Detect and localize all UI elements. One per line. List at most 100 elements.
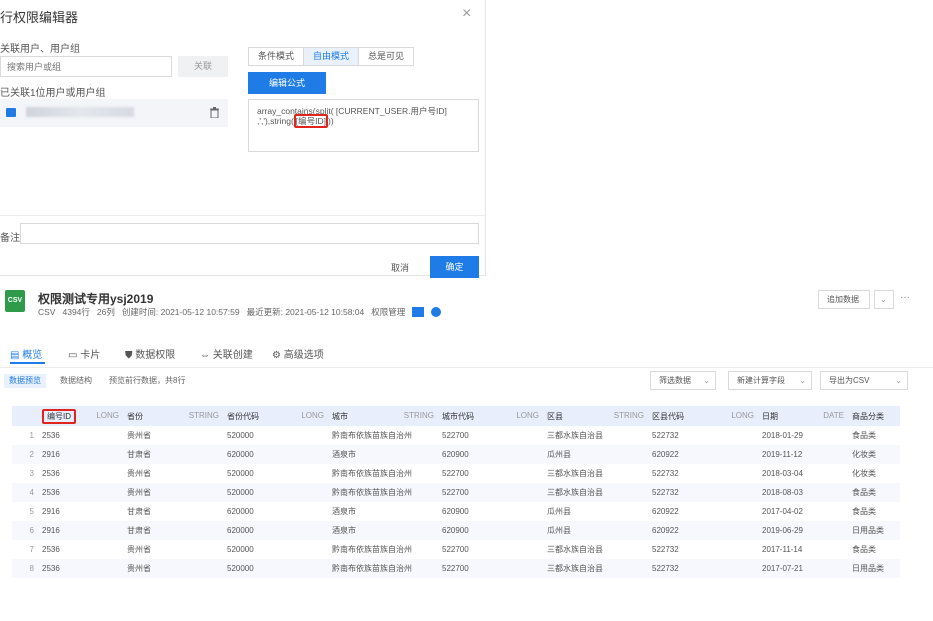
- table-cell: 食品类: [852, 507, 876, 516]
- table-row[interactable]: 8 2536 贵州省 520000 黔南布依族苗族自治州 522700 三都水族自治县 522…: [12, 559, 900, 578]
- column-type: LONG: [516, 410, 539, 420]
- remark-input[interactable]: [20, 223, 479, 244]
- table-row[interactable]: 2 2916 甘肃省 620000 酒泉市 620900 瓜州县 620922 2019-11-…: [12, 445, 900, 464]
- user-search-input[interactable]: [0, 56, 172, 77]
- tab-always-visible[interactable]: 总是可见: [359, 48, 413, 65]
- row-number-header: [12, 406, 42, 426]
- tab-advanced[interactable]: ⚙ 高级选项: [272, 346, 324, 361]
- table-row[interactable]: 1 2536 贵州省 520000 黔南布依族苗族自治州 522700 三都水族自治县 522…: [12, 426, 900, 445]
- table-row[interactable]: 7 2536 贵州省 520000 黔南布依族苗族自治州 522700 三都水族自治县 522…: [12, 540, 900, 559]
- active-tab-indicator: [10, 362, 45, 364]
- permission-group-icon[interactable]: [412, 307, 425, 317]
- more-icon[interactable]: ···: [900, 292, 910, 303]
- table-cell: 三都水族自治县: [547, 545, 603, 554]
- table-cell: 甘肃省: [127, 445, 227, 464]
- table-cell: 三都水族自治县: [547, 559, 652, 578]
- cancel-button[interactable]: 取消: [385, 257, 415, 279]
- table-row[interactable]: 3 2536 贵州省 520000 黔南布依族苗族自治州 522700 三都水族自治县 522…: [12, 464, 900, 483]
- column-header[interactable]: 城市代码 LONG: [442, 406, 547, 426]
- subtab-data-preview[interactable]: 数据预览: [4, 374, 46, 388]
- table-cell: 522700: [442, 545, 469, 554]
- table-cell: 三都水族自治县: [547, 483, 652, 502]
- table-cell: 522732: [652, 559, 762, 578]
- column-header[interactable]: 编号ID LONG: [42, 406, 127, 426]
- table-cell: 化妆类: [852, 445, 900, 464]
- column-header-label-highlighted: 编号ID: [42, 408, 76, 424]
- table-cell: 520000: [227, 559, 332, 578]
- table-cell: 食品类: [852, 431, 876, 440]
- table-cell: 2017-04-02: [762, 507, 803, 516]
- table-cell: 520000: [227, 469, 254, 478]
- filter-data-label: 筛选数据: [659, 376, 691, 385]
- column-header[interactable]: 省份 STRING: [127, 406, 227, 426]
- column-header[interactable]: 商品分类: [852, 406, 900, 426]
- table-cell: 522700: [442, 483, 547, 502]
- table-cell: 620922: [652, 507, 679, 516]
- dataset-cols: 26列: [96, 307, 115, 317]
- table-cell: 甘肃省: [127, 521, 227, 540]
- tab-free-mode[interactable]: 自由模式: [304, 48, 360, 65]
- table-cell: 食品类: [852, 483, 900, 502]
- close-icon[interactable]: ×: [462, 5, 471, 23]
- column-header-label: 省份代码: [227, 411, 259, 421]
- dialog-title: 行权限编辑器: [0, 10, 79, 25]
- tab-join-create[interactable]: ⇔ 关联创建: [200, 346, 253, 361]
- tab-data-permission-label: 数据权限: [135, 350, 176, 361]
- add-data-button[interactable]: 追加数据: [818, 290, 870, 309]
- tab-cards[interactable]: ▭ 卡片: [68, 346, 100, 361]
- table-cell: 黔南布依族苗族自治州: [332, 483, 442, 502]
- linked-count-label: 已关联1位用户或用户组: [0, 88, 106, 99]
- tab-data-permission[interactable]: ⛊ 数据权限: [125, 346, 175, 361]
- created-time: 2021-05-12 10:57:59: [160, 307, 240, 317]
- trash-icon[interactable]: [210, 107, 219, 118]
- updated-time: 2021-05-12 10:58:04: [285, 307, 365, 317]
- tab-condition-mode[interactable]: 条件模式: [249, 48, 305, 65]
- table-cell: 2916: [42, 507, 60, 516]
- column-header[interactable]: 省份代码 LONG: [227, 406, 332, 426]
- table-cell: 2536: [42, 431, 60, 440]
- table-cell: 瓜州县: [547, 445, 652, 464]
- table-cell: 日用品类: [852, 559, 900, 578]
- table-cell: 620922: [652, 521, 762, 540]
- table-cell: 贵州省: [127, 559, 227, 578]
- dataset-rows: 4394行: [62, 307, 90, 317]
- table-cell: 贵州省: [127, 469, 151, 478]
- row-number-cell: 6: [12, 521, 42, 540]
- new-calc-field-button[interactable]: 新建计算字段 ⌄: [728, 371, 812, 390]
- column-type: STRING: [613, 410, 644, 420]
- permission-label: 权限管理: [371, 307, 406, 317]
- export-csv-label: 导出为CSV: [829, 376, 870, 385]
- table-cell: 620900: [442, 521, 547, 540]
- column-header[interactable]: 城市 STRING: [332, 406, 442, 426]
- divider: [0, 215, 486, 216]
- data-preview-table: 编号ID LONG 省份 STRING 省份代码 LONG 城市 STRING 城市代码…: [12, 406, 900, 578]
- table-row[interactable]: 5 2916 甘肃省 620000 酒泉市 620900 瓜州县 620922 2017-04-…: [12, 502, 900, 521]
- table-cell: 三都水族自治县: [547, 431, 603, 440]
- table-row[interactable]: 6 2916 甘肃省 620000 酒泉市 620900 瓜州县 620922 2019-06-…: [12, 521, 900, 540]
- column-header[interactable]: 区县代码 LONG: [652, 406, 762, 426]
- edit-formula-button[interactable]: 编辑公式: [248, 72, 326, 94]
- table-cell: 三都水族自治县: [547, 469, 603, 478]
- formula-box[interactable]: array_contains(split( [CURRENT_USER.用户号I…: [248, 99, 479, 152]
- export-csv-button[interactable]: 导出为CSV ⌄: [820, 371, 908, 390]
- tab-overview[interactable]: ▤ 概览: [10, 346, 42, 361]
- column-header[interactable]: 区县 STRING: [547, 406, 652, 426]
- subtab-data-structure[interactable]: 数据结构: [55, 374, 97, 388]
- formula-line-1: array_contains(split( [CURRENT_USER.用户号I…: [257, 106, 447, 116]
- table-cell: 日用品类: [852, 521, 900, 540]
- table-cell: 化妆类: [852, 469, 876, 478]
- user-group-icon: [6, 108, 16, 117]
- table-cell: 黔南布依族苗族自治州: [332, 559, 442, 578]
- table-cell: 520000: [227, 483, 332, 502]
- confirm-button[interactable]: 确定: [430, 256, 479, 278]
- formula-line-3: )): [328, 116, 334, 126]
- table-cell: 2019-06-29: [762, 521, 852, 540]
- column-header[interactable]: 日期 DATE: [762, 406, 852, 426]
- link-button[interactable]: 关联: [178, 56, 228, 77]
- filter-data-button[interactable]: 筛选数据 ⌄: [650, 371, 716, 390]
- mode-tabs: 条件模式 自由模式 总是可见: [248, 47, 415, 66]
- table-row[interactable]: 4 2536 贵州省 520000 黔南布依族苗族自治州 522700 三都水族自治县 522…: [12, 483, 900, 502]
- add-permission-icon[interactable]: [431, 307, 442, 317]
- column-type: LONG: [96, 410, 119, 420]
- add-data-dropdown[interactable]: ⌄: [874, 290, 894, 309]
